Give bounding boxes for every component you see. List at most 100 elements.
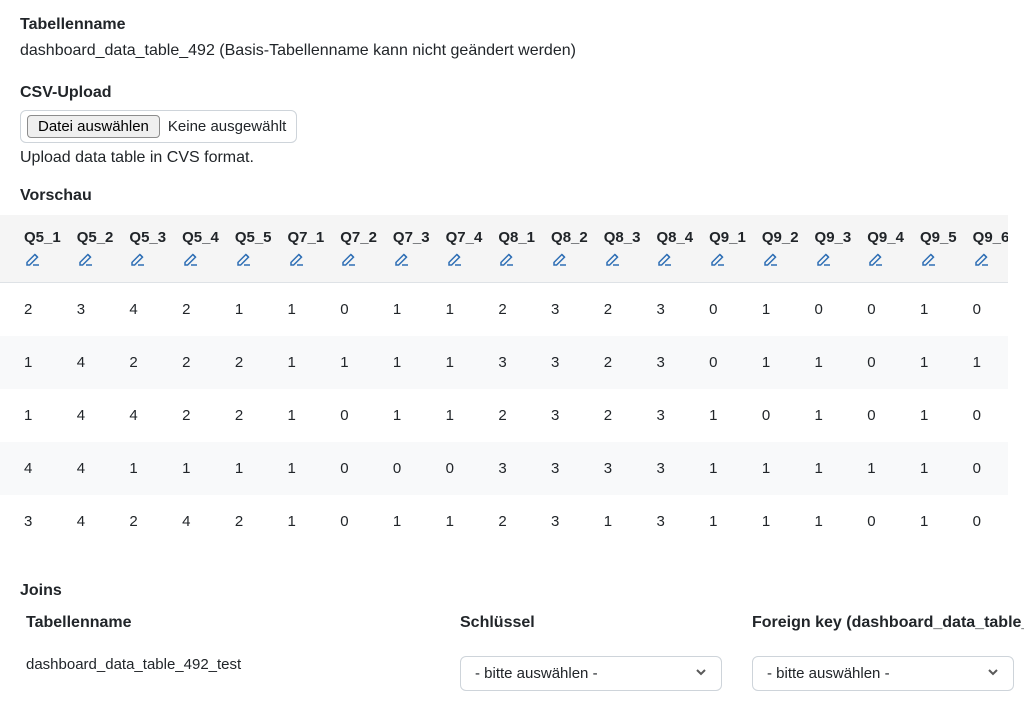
table-row: 44111100033331111100019 — [0, 442, 1008, 495]
edit-icon[interactable] — [551, 250, 588, 272]
column-header-label: Q8_1 — [498, 229, 535, 246]
edit-icon[interactable] — [604, 250, 641, 272]
table-cell: 4 — [0, 442, 69, 495]
table-cell: 1 — [280, 442, 333, 495]
table-cell: 1 — [912, 336, 965, 389]
edit-icon[interactable] — [446, 250, 483, 272]
table-cell: 3 — [596, 442, 649, 495]
column-header: Q7_1 — [280, 215, 333, 283]
table-cell: 1 — [701, 495, 754, 548]
table-cell: 0 — [859, 495, 912, 548]
table-cell: 1 — [121, 442, 174, 495]
preview-section: Vorschau Q5_1Q5_2Q5_3Q5_4Q5_5Q7_1Q7_2Q7_… — [20, 187, 1008, 548]
edit-icon[interactable] — [340, 250, 377, 272]
edit-icon[interactable] — [77, 250, 114, 272]
table-cell: 2 — [0, 283, 69, 337]
edit-icon[interactable] — [129, 250, 166, 272]
edit-icon[interactable] — [24, 250, 61, 272]
file-picker[interactable]: Datei auswählen Keine ausgewählt — [20, 110, 297, 143]
edit-icon[interactable] — [709, 250, 746, 272]
tablename-section: Tabellenname dashboard_data_table_492 (B… — [20, 16, 1008, 60]
preview-table-wrapper: Q5_1Q5_2Q5_3Q5_4Q5_5Q7_1Q7_2Q7_3Q7_4Q8_1… — [0, 215, 1008, 548]
table-cell: 4 — [121, 283, 174, 337]
table-cell: 1 — [912, 389, 965, 442]
joins-header-row: Tabellenname Schlüssel Foreign key (dash… — [20, 606, 1008, 644]
table-cell: 1 — [280, 495, 333, 548]
column-header: Q7_3 — [385, 215, 438, 283]
edit-icon[interactable] — [656, 250, 693, 272]
edit-icon[interactable] — [498, 250, 535, 272]
key-select[interactable]: - bitte auswählen - — [460, 656, 722, 691]
table-cell: 1 — [280, 283, 333, 337]
column-header-label: Q5_1 — [24, 229, 61, 246]
edit-icon[interactable] — [393, 250, 430, 272]
table-cell: 1 — [438, 336, 491, 389]
column-header: Q5_1 — [0, 215, 69, 283]
edit-icon[interactable] — [288, 250, 325, 272]
column-header-label: Q8_4 — [656, 229, 693, 246]
column-header: Q7_4 — [438, 215, 491, 283]
table-cell: 0 — [965, 389, 1008, 442]
table-cell: 3 — [543, 495, 596, 548]
table-cell: 1 — [280, 336, 333, 389]
table-cell: 1 — [754, 336, 807, 389]
table-cell: 1 — [912, 283, 965, 337]
column-header: Q5_3 — [121, 215, 174, 283]
table-cell: 4 — [69, 442, 122, 495]
table-cell: 2 — [596, 283, 649, 337]
table-cell: 4 — [174, 495, 227, 548]
edit-icon[interactable] — [182, 250, 219, 272]
table-cell: 2 — [121, 336, 174, 389]
file-status-text: Keine ausgewählt — [168, 118, 286, 135]
column-header-label: Q9_2 — [762, 229, 799, 246]
table-cell: 3 — [648, 336, 701, 389]
table-cell: 0 — [965, 283, 1008, 337]
edit-icon[interactable] — [815, 250, 852, 272]
preview-table: Q5_1Q5_2Q5_3Q5_4Q5_5Q7_1Q7_2Q7_3Q7_4Q8_1… — [0, 215, 1008, 548]
chevron-down-icon — [987, 665, 999, 682]
table-cell: 0 — [332, 283, 385, 337]
csv-upload-heading: CSV-Upload — [20, 84, 1008, 102]
table-cell: 3 — [543, 283, 596, 337]
preview-body: 2342110112323010010001131422211113323011… — [0, 283, 1008, 549]
table-cell: 1 — [385, 283, 438, 337]
joins-data-row: dashboard_data_table_492_test - bitte au… — [20, 644, 1008, 691]
joins-header-foreign-key: Foreign key (dashboard_data_table_492_) — [746, 606, 1014, 644]
edit-icon[interactable] — [973, 250, 1008, 272]
column-header: Q9_5 — [912, 215, 965, 283]
choose-file-button[interactable]: Datei auswählen — [27, 115, 160, 138]
joins-header-key: Schlüssel — [454, 606, 722, 644]
column-header-label: Q5_5 — [235, 229, 272, 246]
edit-icon[interactable] — [867, 250, 904, 272]
table-cell: 1 — [438, 495, 491, 548]
column-header: Q5_2 — [69, 215, 122, 283]
table-cell: 3 — [490, 336, 543, 389]
table-cell: 1 — [754, 495, 807, 548]
column-header: Q8_4 — [648, 215, 701, 283]
table-cell: 3 — [648, 442, 701, 495]
table-cell: 4 — [69, 495, 122, 548]
column-header-label: Q5_2 — [77, 229, 114, 246]
table-cell: 3 — [543, 442, 596, 495]
column-header-label: Q7_4 — [446, 229, 483, 246]
table-cell: 0 — [332, 495, 385, 548]
table-cell: 3 — [69, 283, 122, 337]
edit-icon[interactable] — [235, 250, 272, 272]
column-header: Q7_2 — [332, 215, 385, 283]
joins-heading: Joins — [20, 582, 1008, 600]
table-cell: 1 — [596, 495, 649, 548]
table-cell: 1 — [280, 389, 333, 442]
edit-icon[interactable] — [762, 250, 799, 272]
table-cell: 3 — [543, 389, 596, 442]
table-row: 144221011232310101000110 — [0, 389, 1008, 442]
table-cell: 0 — [701, 336, 754, 389]
foreign-key-select[interactable]: - bitte auswählen - — [752, 656, 1014, 691]
edit-icon[interactable] — [920, 250, 957, 272]
column-header-label: Q9_3 — [815, 229, 852, 246]
table-cell: 0 — [754, 389, 807, 442]
table-cell: 1 — [807, 389, 860, 442]
foreign-key-select-value: - bitte auswählen - — [767, 665, 890, 682]
table-cell: 0 — [965, 495, 1008, 548]
table-cell: 2 — [174, 336, 227, 389]
table-cell: 0 — [385, 442, 438, 495]
